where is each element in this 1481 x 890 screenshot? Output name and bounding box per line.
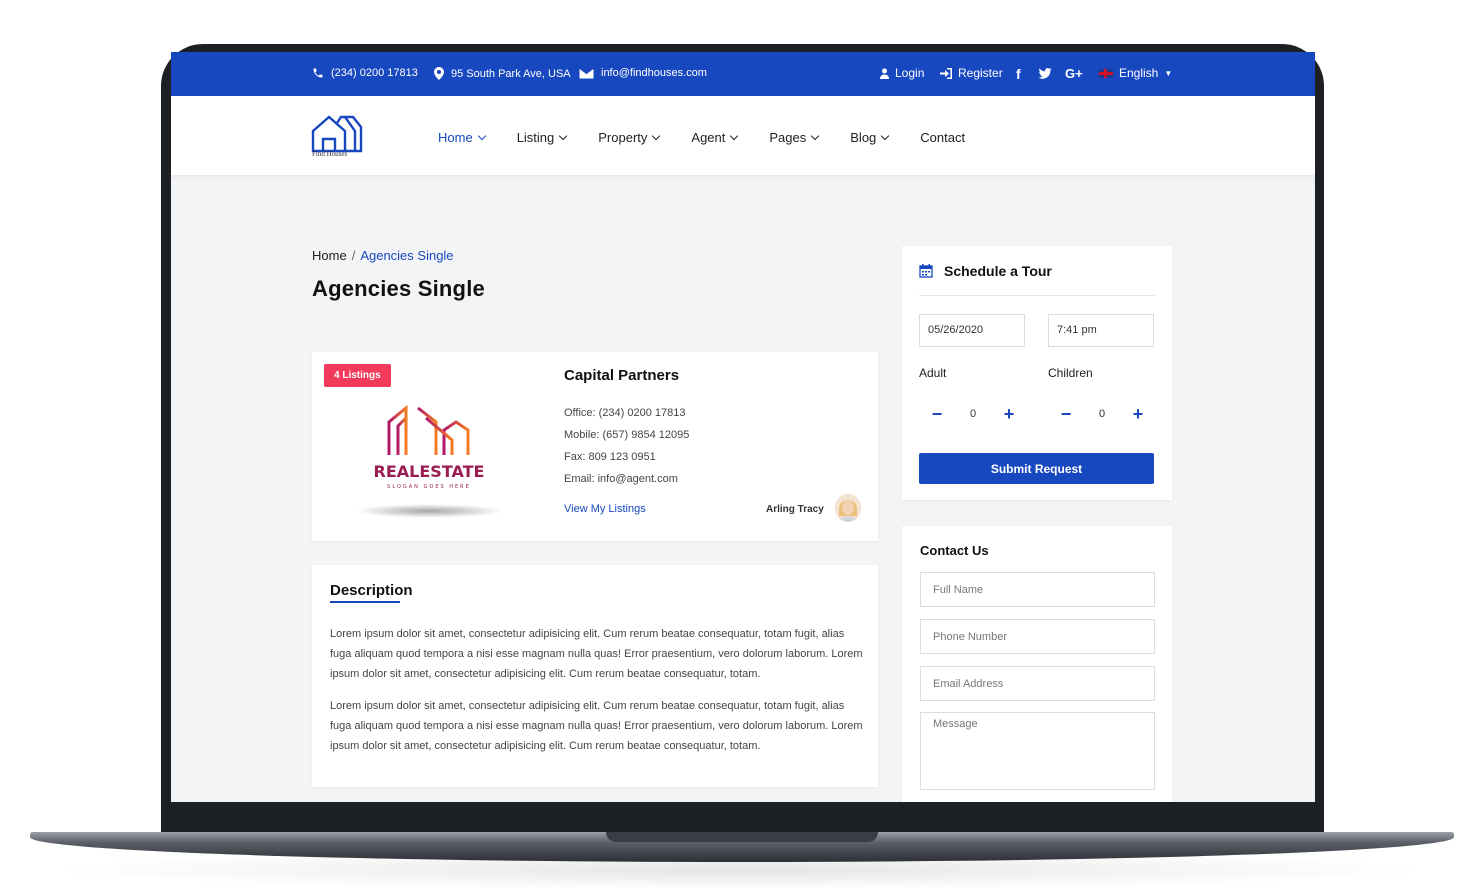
laptop-base-notch [606, 832, 878, 842]
message-textarea[interactable]: Message [920, 712, 1155, 790]
nav-property-label: Property [598, 130, 648, 145]
nav-blog[interactable]: Blog [850, 130, 890, 145]
chevron-down-icon [652, 131, 661, 140]
breadcrumb: Home / Agencies Single [312, 248, 454, 263]
topbar-email[interactable]: info@findhouses.com [579, 67, 707, 79]
google-plus-icon[interactable]: G+ [1065, 66, 1083, 81]
view-listings-link[interactable]: View My Listings [564, 503, 646, 515]
topbar-phone[interactable]: (234) 0200 17813 [312, 67, 418, 79]
breadcrumb-separator: / [351, 248, 356, 263]
nav-home-label: Home [438, 130, 473, 145]
schedule-divider [919, 295, 1155, 296]
schedule-title: Schedule a Tour [944, 263, 1052, 279]
nav-property[interactable]: Property [598, 130, 661, 145]
calendar-icon [919, 264, 933, 278]
schedule-tour-card: Schedule a Tour 05/26/2020 7:41 pm Adult… [902, 246, 1172, 500]
children-count: 0 [1098, 408, 1106, 420]
children-stepper: − 0 + [1056, 403, 1148, 425]
phone-icon [313, 68, 323, 78]
nav-pages-label: Pages [769, 130, 807, 145]
nav-agent-label: Agent [691, 130, 726, 145]
chevron-down-icon [881, 131, 890, 140]
realestate-logo-slogan: SLOGAN GOES HERE [387, 484, 471, 490]
main-header: Find Houses Home Listing Property Agent … [171, 96, 1315, 175]
map-marker-icon [434, 67, 444, 80]
top-bar: (234) 0200 17813 95 South Park Ave, USA … [171, 52, 1315, 96]
nav-home[interactable]: Home [438, 130, 486, 145]
date-input[interactable]: 05/26/2020 [919, 314, 1025, 347]
phone-number-input[interactable]: Phone Number [920, 619, 1155, 654]
facebook-icon[interactable]: f [1016, 66, 1021, 82]
agency-fax: Fax: 809 123 0951 [564, 451, 656, 463]
logo-text: Find Houses [312, 150, 348, 158]
email-address-input[interactable]: Email Address [920, 666, 1155, 701]
time-input[interactable]: 7:41 pm [1048, 314, 1154, 347]
agency-card: 4 Listings REALESTATE SLOGAN GOES HERE C… [312, 352, 878, 541]
realestate-logo: REALESTATE SLOGAN GOES HERE [374, 404, 484, 490]
sign-in-icon [940, 67, 952, 79]
chevron-down-icon [730, 131, 739, 140]
contact-card: Contact Us Full Name Phone Number Email … [902, 526, 1172, 802]
chevron-down-icon [811, 131, 820, 140]
adult-stepper: − 0 + [927, 403, 1019, 425]
contact-title: Contact Us [920, 543, 989, 558]
laptop-screen: (234) 0200 17813 95 South Park Ave, USA … [171, 52, 1315, 802]
children-plus-button[interactable]: + [1128, 404, 1148, 425]
language-select[interactable]: English ▼ [1099, 66, 1172, 80]
nav-listing-label: Listing [516, 130, 555, 145]
main-nav: Home Listing Property Agent Pages Blog C… [438, 130, 965, 145]
register-link[interactable]: Register [940, 66, 1003, 80]
description-card: Description Lorem ipsum dolor sit amet, … [312, 565, 878, 787]
agency-email: Email: info@agent.com [564, 473, 678, 485]
adult-label: Adult [919, 366, 947, 380]
agency-name: Capital Partners [564, 367, 680, 384]
topbar-address-text: 95 South Park Ave, USA [451, 67, 571, 80]
nav-listing[interactable]: Listing [516, 130, 568, 145]
page-title: Agencies Single [312, 276, 485, 301]
agent-name[interactable]: Arling Tracy [766, 504, 824, 515]
breadcrumb-current: Agencies Single [360, 248, 454, 263]
nav-contact-label: Contact [920, 130, 966, 145]
login-link[interactable]: Login [880, 66, 924, 80]
nav-blog-label: Blog [850, 130, 877, 145]
description-paragraph-2: Lorem ipsum dolor sit amet, consectetur … [330, 700, 863, 752]
description-paragraph-1: Lorem ipsum dolor sit amet, consectetur … [330, 628, 863, 680]
logo-shadow [354, 504, 504, 518]
realestate-logo-word: REALESTATE [374, 462, 484, 481]
agency-contact-info: Office: (234) 0200 17813 Mobile: (657) 9… [564, 402, 689, 490]
nav-pages[interactable]: Pages [769, 130, 820, 145]
adult-minus-button[interactable]: − [927, 404, 947, 425]
agency-office: Office: (234) 0200 17813 [564, 407, 686, 419]
adult-count: 0 [969, 408, 977, 420]
chevron-down-icon [477, 131, 486, 140]
twitter-icon[interactable] [1038, 68, 1052, 79]
uk-flag-icon [1099, 68, 1113, 78]
listings-badge: 4 Listings [324, 364, 391, 387]
caret-down-icon: ▼ [1164, 68, 1173, 78]
topbar-address: 95 South Park Ave, USA [434, 67, 571, 80]
nav-contact[interactable]: Contact [920, 130, 965, 145]
children-label: Children [1048, 366, 1093, 380]
login-label: Login [895, 66, 925, 80]
adult-plus-button[interactable]: + [999, 404, 1019, 425]
user-icon [880, 68, 889, 79]
register-label: Register [958, 66, 1003, 80]
nav-agent[interactable]: Agent [691, 130, 739, 145]
chevron-down-icon [559, 131, 568, 140]
agency-mobile: Mobile: (657) 9854 12095 [564, 429, 690, 441]
topbar-phone-text: (234) 0200 17813 [331, 67, 418, 79]
agent-avatar[interactable] [835, 494, 861, 522]
breadcrumb-home[interactable]: Home [312, 248, 347, 263]
envelope-icon [579, 67, 594, 79]
language-label: English [1119, 66, 1159, 80]
description-title: Description [330, 582, 413, 599]
full-name-input[interactable]: Full Name [920, 572, 1155, 607]
description-underline [330, 601, 400, 603]
topbar-email-text: info@findhouses.com [601, 67, 707, 79]
children-minus-button[interactable]: − [1056, 404, 1076, 425]
submit-request-button[interactable]: Submit Request [919, 453, 1154, 484]
